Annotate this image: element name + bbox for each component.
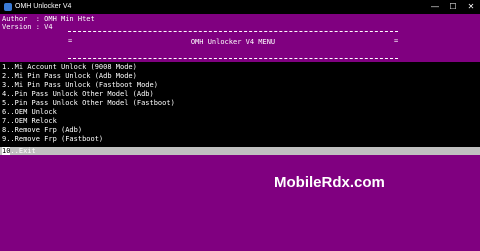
option-8: 8..Remove Frp (Adb) [2,126,83,134]
menu-side-right: = [394,37,399,45]
option-2: 2..Mi Pin Pass Unlock (Adb Mode) [2,72,137,80]
option-5: 5..Pin Pass Unlock Other Model (Fastboot… [2,99,175,107]
option-4: 4..Pin Pass Unlock Other Model (Adb) [2,90,154,98]
title-bar[interactable]: OMH Unlocker V4 — ☐ ✕ [0,0,480,14]
selected-option-exit: 10..Exit [0,147,480,155]
option-3: 3..Mi Pin Pass Unlock (Fastboot Mode) [2,81,158,89]
option-7: 7..OEM Relock [2,117,57,125]
options-list: 1..Mi Account Unlock (9008 Mode) 2..Mi P… [0,62,480,147]
close-icon[interactable]: ✕ [462,0,480,14]
menu-border-bottom [68,58,398,59]
exit-option-text: 10..Exit [2,147,36,155]
console-output[interactable]: Author : OMH Min Htet Version : V4 = OMH… [0,14,480,251]
option-9: 9..Remove Frp (Fastboot) [2,135,104,143]
author-line: Author : OMH Min Htet [2,15,95,23]
watermark-text: MobileRdx.com [274,174,385,191]
maximize-icon[interactable]: ☐ [444,0,462,14]
window-controls: — ☐ ✕ [426,0,480,14]
console-window: OMH Unlocker V4 — ☐ ✕ Author : OMH Min H… [0,0,480,251]
option-1: 1..Mi Account Unlock (9008 Mode) [2,63,137,71]
window-title: OMH Unlocker V4 [15,3,72,10]
menu-title: OMH Unlocker V4 MENU [190,38,276,46]
option-6: 6..OEM Unlock [2,108,57,116]
menu-header: = OMH Unlocker V4 MENU = [0,29,480,62]
exit-option-label: ..Exit [10,147,36,155]
console-app-icon [4,3,12,11]
minimize-icon[interactable]: — [426,0,444,14]
menu-border-top [68,31,398,32]
